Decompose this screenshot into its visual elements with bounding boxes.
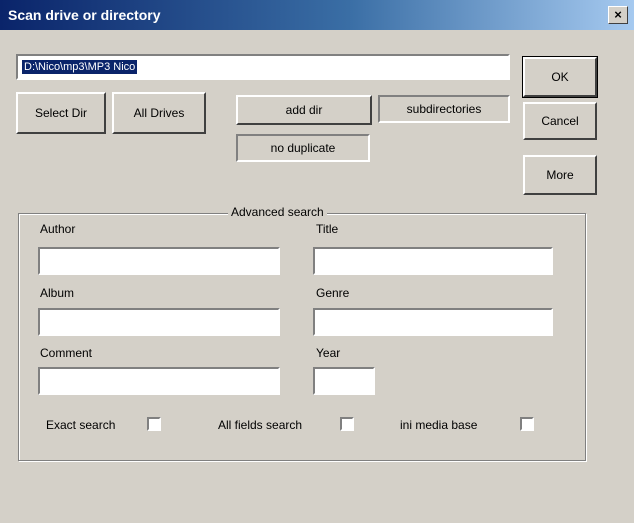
close-button[interactable]: × (608, 6, 628, 24)
add-dir-button[interactable]: add dir (236, 95, 372, 125)
genre-label: Genre (316, 286, 350, 300)
comment-label: Comment (40, 346, 93, 360)
path-input[interactable]: D:\Nico\mp3\MP3 Nico (16, 54, 510, 80)
exact-search-checkbox[interactable] (147, 417, 161, 431)
more-button-label: More (546, 168, 574, 182)
title-bar: Scan drive or directory × (0, 0, 634, 30)
more-button[interactable]: More (523, 155, 597, 195)
window-title: Scan drive or directory (8, 7, 161, 23)
year-input[interactable] (313, 367, 375, 395)
title-input[interactable] (313, 247, 553, 275)
all-drives-button[interactable]: All Drives (112, 92, 206, 134)
ok-button[interactable]: OK (522, 56, 598, 98)
album-label: Album (40, 286, 75, 300)
ok-button-label: OK (551, 70, 569, 84)
no-duplicate-toggle[interactable]: no duplicate (236, 134, 370, 162)
year-label: Year (316, 346, 341, 360)
exact-search-label: Exact search (46, 418, 116, 432)
comment-input[interactable] (38, 367, 280, 395)
path-input-value: D:\Nico\mp3\MP3 Nico (22, 60, 138, 74)
cancel-button[interactable]: Cancel (523, 102, 597, 140)
advanced-search-title: Advanced search (228, 205, 327, 219)
ini-media-base-checkbox[interactable] (520, 417, 534, 431)
album-input[interactable] (38, 308, 280, 336)
ini-media-base-label: ini media base (400, 418, 478, 432)
title-label: Title (316, 222, 339, 236)
all-drives-label: All Drives (133, 106, 185, 120)
cancel-button-label: Cancel (541, 114, 579, 128)
select-dir-label: Select Dir (34, 106, 87, 120)
select-dir-button[interactable]: Select Dir (16, 92, 106, 134)
add-dir-label: add dir (285, 103, 323, 117)
close-icon: × (614, 7, 622, 22)
no-duplicate-label: no duplicate (270, 141, 336, 155)
subdirectories-label: subdirectories (406, 102, 482, 116)
author-label: Author (40, 222, 76, 236)
all-fields-search-checkbox[interactable] (340, 417, 354, 431)
genre-input[interactable] (313, 308, 553, 336)
subdirectories-toggle[interactable]: subdirectories (378, 95, 510, 123)
all-fields-search-label: All fields search (218, 418, 303, 432)
author-input[interactable] (38, 247, 280, 275)
